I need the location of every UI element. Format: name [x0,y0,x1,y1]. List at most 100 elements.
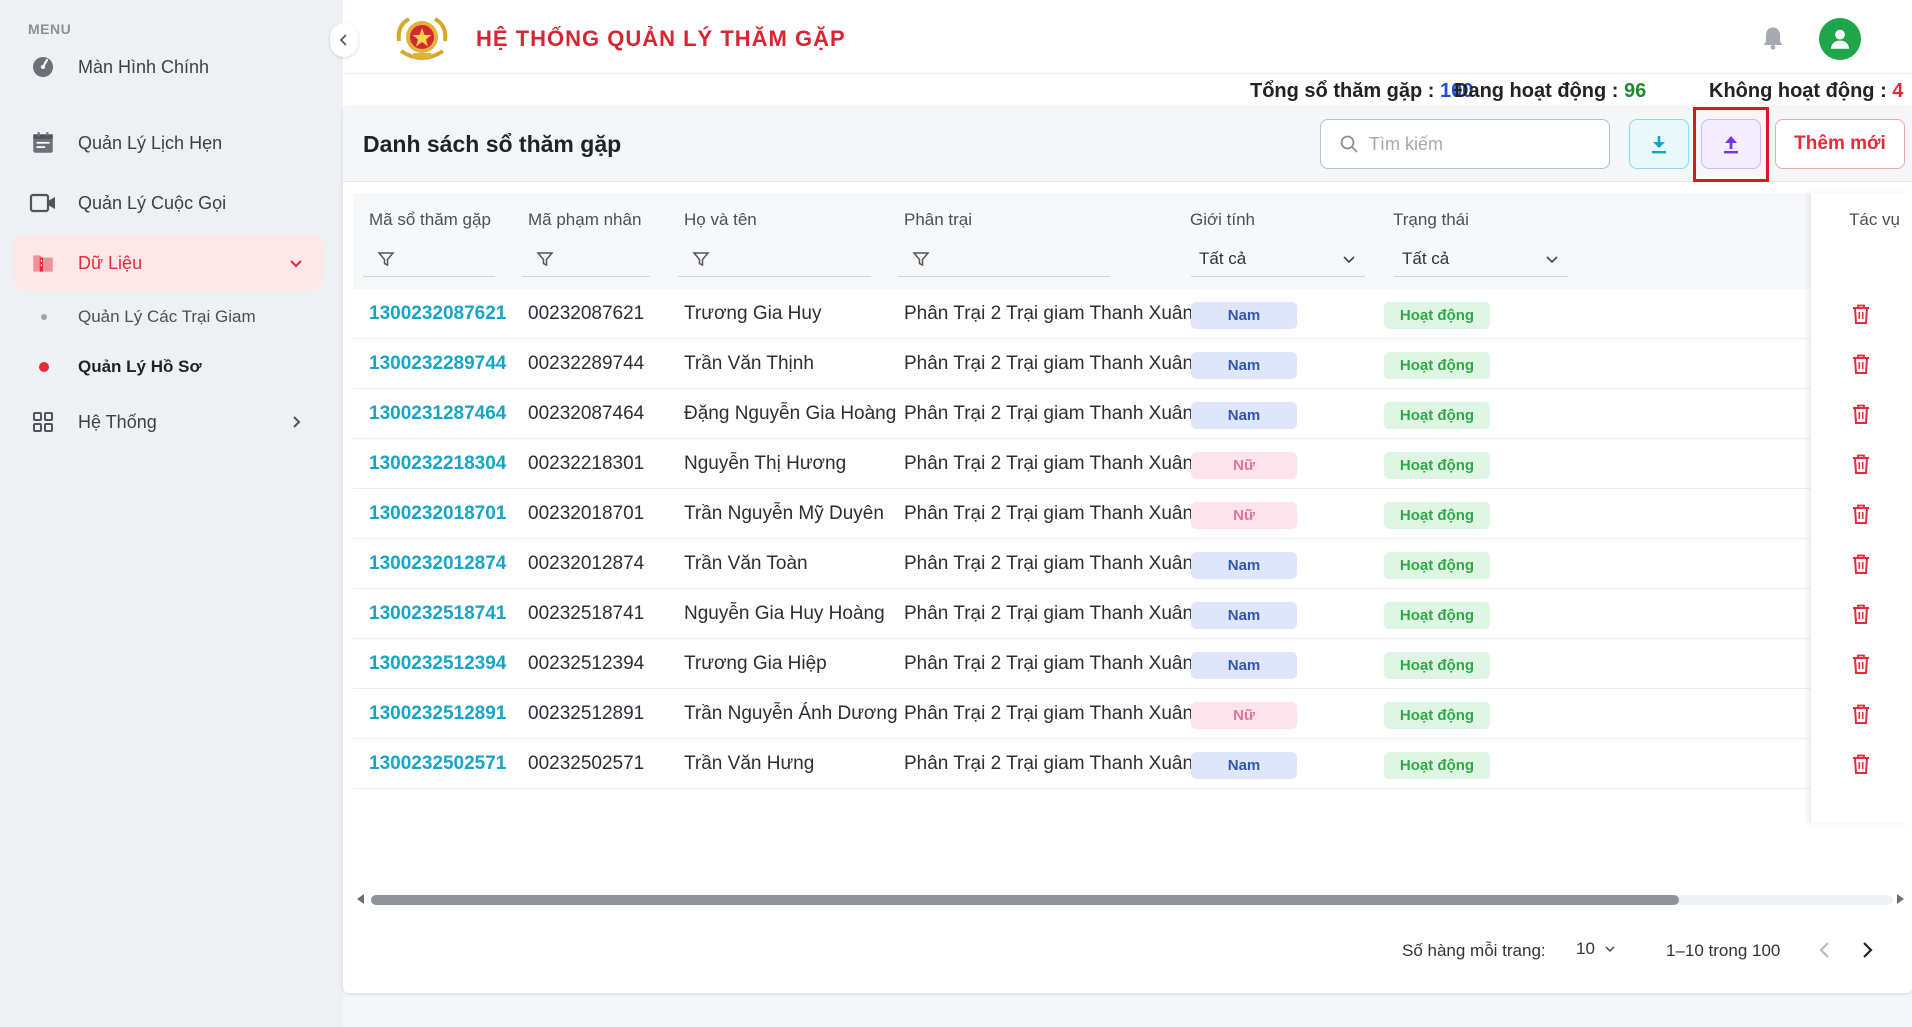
status-filter-select[interactable]: Tất cả [1394,241,1568,277]
gender-badge: Nam [1191,552,1297,579]
cell-prisoner-id: 00232518741 [528,603,645,624]
sidebar-subitem-records[interactable]: Quản Lý Hồ Sơ [14,345,322,389]
gender-badge: Nữ [1191,452,1297,479]
stat-total-label: Tổng sổ thăm gặp : [1250,80,1435,102]
trash-icon [1853,704,1869,724]
cell-camp: Phân Trại 2 Trại giam Thanh Xuân [904,653,1194,674]
status-badge: Hoạt động [1384,452,1490,479]
table-row: 1300232289744 00232289744 Trần Văn Thịnh Ph… [353,339,1810,389]
gender-filter-select[interactable]: Tất cả [1191,241,1365,277]
table-row: 1300232502571 00232502571 Trần Văn Hưng Phâ… [353,739,1810,789]
delete-button[interactable] [1836,439,1886,489]
cell-record-code[interactable]: 1300232018701 [369,503,506,525]
cell-record-code[interactable]: 1300232012874 [369,553,506,575]
user-avatar-icon[interactable] [1819,18,1861,60]
column-header-prisoner: Mã phạm nhân [528,210,642,229]
table-row: 1300232218304 00232218301 Nguyễn Thị Hương… [353,439,1810,489]
table-row: 1300232012874 00232012874 Trần Văn Toàn Phâ… [353,539,1810,589]
collapse-sidebar-button[interactable] [330,23,358,57]
chevron-left-icon [1819,942,1829,958]
stats-bar: Tổng sổ thăm gặp : 100 Đang hoạt động : … [343,74,1912,108]
cell-record-code[interactable]: 1300232512891 [369,703,506,725]
cell-record-code[interactable]: 1300231287464 [369,403,506,425]
cell-full-name: Đặng Nguyễn Gia Hoàng [684,403,897,424]
app-title: HỆ THỐNG QUẢN LÝ THĂM GẶP [476,26,846,51]
sidebar-item-label: Màn Hình Chính [78,56,210,77]
gender-badge: Nam [1191,652,1297,679]
cell-record-code[interactable]: 1300232289744 [369,353,506,375]
delete-button[interactable] [1836,689,1886,739]
cell-prisoner-id: 00232502571 [528,753,645,774]
download-button[interactable] [1629,119,1689,169]
sidebar-item-data[interactable]: Dữ Liệu [14,236,322,290]
scroll-left-arrow-icon[interactable] [355,893,367,905]
top-header: HỆ THỐNG QUẢN LÝ THĂM GẶP [343,0,1912,74]
cell-record-code[interactable]: 1300232512394 [369,653,506,675]
status-badge: Hoạt động [1384,552,1490,579]
cell-prisoner-id: 00232087621 [528,303,645,324]
cell-prisoner-id: 00232289744 [528,353,645,374]
card-title: Danh sách sổ thăm gặp [363,131,622,157]
cell-camp: Phân Trại 2 Trại giam Thanh Xuân [904,403,1194,424]
cell-prisoner-id: 00232012874 [528,553,645,574]
column-header-status: Trạng thái [1393,210,1469,229]
horizontal-scrollbar[interactable] [353,891,1912,907]
delete-button[interactable] [1836,389,1886,439]
dashboard-icon [28,52,58,82]
cell-prisoner-id: 00232218301 [528,453,645,474]
column-header-camp: Phân trại [904,210,973,229]
delete-button[interactable] [1836,339,1886,389]
status-badge: Hoạt động [1384,352,1490,379]
delete-button[interactable] [1836,739,1886,789]
sidebar-item-calls[interactable]: Quản Lý Cuộc Gọi [14,176,322,230]
sidebar-item-label: Quản Lý Cuộc Gọi [78,192,227,213]
add-new-button[interactable]: Thêm mới [1775,119,1905,169]
grid-icon [28,407,58,437]
stat-inactive: Không hoạt động : 4 [1709,80,1903,103]
scroll-right-arrow-icon[interactable] [1894,893,1906,905]
table-row: 1300232087621 00232087621 Trương Gia Huy Ph… [353,289,1810,339]
filter-code[interactable] [363,241,495,277]
cell-full-name: Nguyễn Thị Hương [684,453,847,474]
previous-page-button[interactable] [1813,938,1837,967]
cell-full-name: Trần Văn Thịnh [684,353,814,374]
filter-camp[interactable] [898,241,1110,277]
sidebar-item-appointments[interactable]: Quản Lý Lịch Hẹn [14,116,322,170]
trash-icon [1853,554,1869,574]
filter-name[interactable] [678,241,871,277]
cell-record-code[interactable]: 1300232218304 [369,453,506,475]
scrollbar-thumb[interactable] [371,895,1679,905]
rows-per-page-select[interactable]: 10 [1576,939,1617,959]
sidebar-item-dashboard[interactable]: Màn Hình Chính [14,40,322,94]
cell-record-code[interactable]: 1300232518741 [369,603,506,625]
cell-prisoner-id: 00232512394 [528,653,645,674]
delete-button[interactable] [1836,589,1886,639]
search-input[interactable] [1369,133,1589,155]
filter-prisoner[interactable] [522,241,650,277]
delete-button[interactable] [1836,289,1886,339]
cell-full-name: Trần Nguyễn Mỹ Duyên [684,503,884,524]
delete-button[interactable] [1836,489,1886,539]
pagination: Số hàng mỗi trang: 10 1–10 trong 100 [343,926,1912,976]
bell-icon[interactable] [1759,24,1787,52]
next-page-button[interactable] [1855,938,1879,967]
chevron-down-icon [1343,256,1355,264]
stat-total: Tổng sổ thăm gặp : 100 [1250,80,1473,103]
delete-button[interactable] [1836,639,1886,689]
cell-camp: Phân Trại 2 Trại giam Thanh Xuân [904,603,1194,624]
trash-icon [1853,404,1869,424]
trash-icon [1853,304,1869,324]
sidebar-subitem-camps[interactable]: Quản Lý Các Trại Giam [14,295,322,339]
cell-record-code[interactable]: 1300232502571 [369,753,506,775]
sidebar-item-system[interactable]: Hệ Thống [14,395,322,449]
stat-active-value: 96 [1623,80,1647,102]
status-badge: Hoạt động [1384,402,1490,429]
trash-icon [1853,604,1869,624]
search-box[interactable] [1320,119,1610,169]
cell-full-name: Trương Gia Hiệp [684,653,827,674]
gender-badge: Nam [1191,302,1297,329]
trash-icon [1853,354,1869,374]
table-header: Mã sổ thăm gặp Mã phạm nhân Họ và tên Ph… [353,193,1912,289]
delete-button[interactable] [1836,539,1886,589]
cell-record-code[interactable]: 1300232087621 [369,303,506,325]
